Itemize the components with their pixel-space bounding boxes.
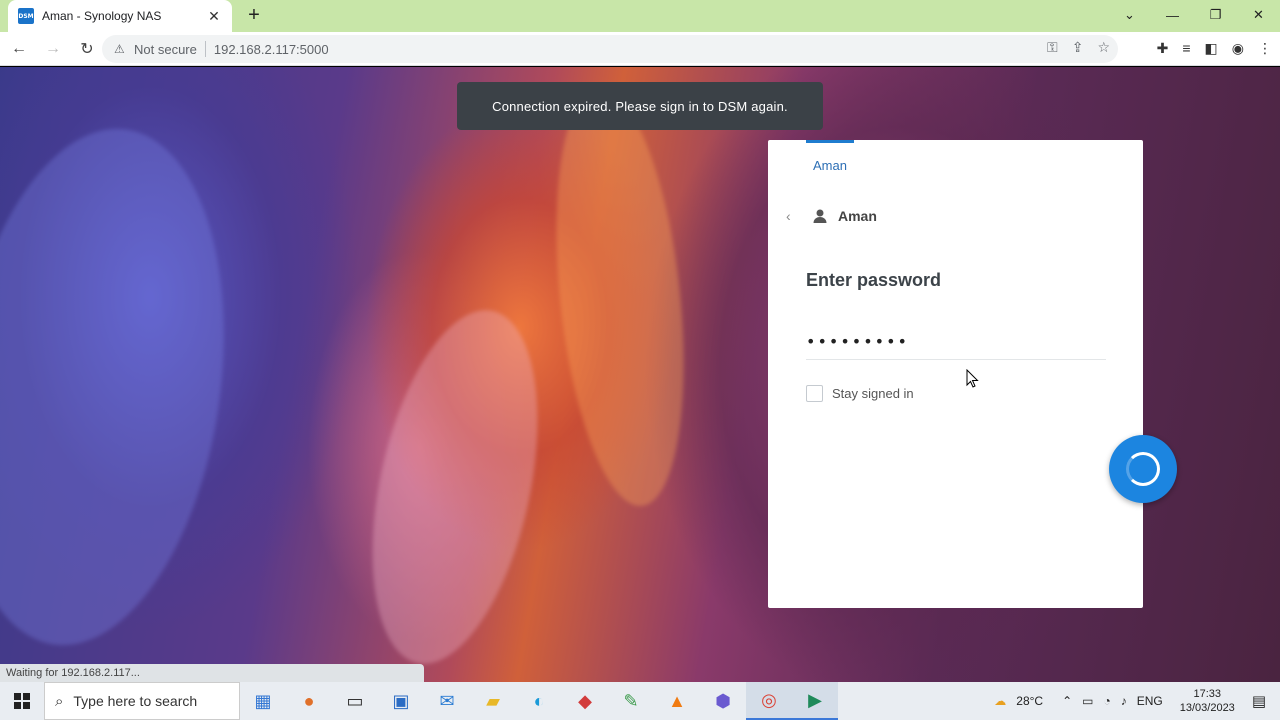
microsoft-store-icon[interactable]: ▣ bbox=[378, 682, 424, 720]
wifi-icon[interactable]: ◔ bbox=[1103, 694, 1110, 708]
browser-toolbar: ← → ↻ ⚠ Not secure 192.168.2.117:5000 ⚿ … bbox=[0, 32, 1280, 66]
chevron-left-icon[interactable]: ‹ bbox=[786, 208, 800, 224]
security-label[interactable]: Not secure bbox=[134, 42, 197, 57]
active-tab-indicator bbox=[806, 140, 854, 143]
taskbar-search-box[interactable]: ⌕ Type here to search bbox=[44, 682, 240, 720]
chevron-up-icon[interactable]: ⌃ bbox=[1062, 694, 1072, 708]
stay-signed-in-row[interactable]: Stay signed in bbox=[806, 385, 914, 402]
divider bbox=[204, 41, 206, 57]
user-icon bbox=[813, 209, 827, 223]
tab-close-icon[interactable]: ✕ bbox=[206, 8, 222, 25]
edge-browser-icon[interactable]: ◐ bbox=[516, 682, 562, 720]
back-button[interactable]: ← bbox=[4, 34, 34, 64]
weather-icon[interactable]: ☁ bbox=[994, 694, 1006, 708]
side-panel-icon[interactable]: ◧ bbox=[1205, 40, 1218, 57]
star-icon[interactable]: ☆ bbox=[1097, 39, 1110, 56]
red-d-app-icon[interactable]: ◆ bbox=[562, 682, 608, 720]
url-text[interactable]: 192.168.2.117:5000 bbox=[214, 42, 329, 57]
new-tab-button[interactable]: + bbox=[244, 5, 264, 25]
selected-user-row: ‹ Aman bbox=[786, 208, 877, 224]
reload-button[interactable]: ↻ bbox=[72, 34, 102, 64]
hex-app-icon[interactable]: ⬢ bbox=[700, 682, 746, 720]
vlc-icon[interactable]: ▲ bbox=[654, 682, 700, 720]
extensions-puzzle-icon[interactable]: ✚ bbox=[1157, 40, 1169, 57]
chrome-icon[interactable]: ◎ bbox=[746, 682, 792, 720]
menu-dots-icon[interactable]: ⋮ bbox=[1258, 40, 1272, 57]
windows-taskbar: ⌕ Type here to search ▦ ● ▭ ▣ ✉ ▰ ◐ ◆ ✎ … bbox=[0, 682, 1280, 720]
close-window-button[interactable]: ✕ bbox=[1237, 0, 1280, 30]
omnibox-actions: ⚿ ⇪ ☆ bbox=[1047, 39, 1110, 56]
mouse-cursor-icon bbox=[966, 369, 979, 388]
warning-icon[interactable]: ⚠ bbox=[114, 42, 128, 56]
dsm-login-page: Connection expired. Please sign in to DS… bbox=[0, 67, 1280, 682]
tab-user[interactable]: Aman bbox=[813, 158, 847, 173]
reading-list-icon[interactable]: ≡ bbox=[1182, 40, 1190, 57]
notifications-icon[interactable]: ▤ bbox=[1252, 692, 1266, 710]
volume-icon[interactable]: ♪ bbox=[1121, 694, 1127, 708]
password-field[interactable] bbox=[806, 324, 1106, 360]
forward-button[interactable]: → bbox=[38, 34, 68, 64]
pen-app-icon[interactable]: ✎ bbox=[608, 682, 654, 720]
sign-in-button[interactable] bbox=[1109, 435, 1177, 503]
browser-tab[interactable]: DSM Aman - Synology NAS ✕ bbox=[8, 0, 232, 32]
stay-signed-in-label[interactable]: Stay signed in bbox=[832, 386, 914, 401]
search-placeholder[interactable]: Type here to search bbox=[73, 693, 197, 709]
address-bar[interactable]: ⚠ Not secure 192.168.2.117:5000 ⚿ ⇪ ☆ bbox=[102, 35, 1118, 63]
windows-logo-icon bbox=[14, 693, 30, 709]
clock-time: 17:33 bbox=[1193, 688, 1222, 700]
tab-search-chevron-icon[interactable]: ⌄ bbox=[1108, 0, 1151, 30]
wallpaper-stripe bbox=[538, 81, 702, 513]
clock-date: 13/03/2023 bbox=[1179, 702, 1235, 714]
restore-button[interactable]: ❐ bbox=[1194, 0, 1237, 30]
mail-icon[interactable]: ✉ bbox=[424, 682, 470, 720]
loading-spinner-icon bbox=[1126, 452, 1160, 486]
wallpaper-stripe bbox=[0, 111, 255, 663]
wallpaper-stripe bbox=[344, 295, 566, 679]
user-name: Aman bbox=[838, 208, 877, 224]
start-button[interactable] bbox=[0, 682, 44, 720]
stay-signed-in-checkbox[interactable] bbox=[806, 385, 823, 402]
key-icon[interactable]: ⚿ bbox=[1047, 39, 1058, 56]
basketball-app-icon[interactable]: ● bbox=[286, 682, 332, 720]
task-view-icon[interactable]: ▭ bbox=[332, 682, 378, 720]
login-card: Aman ‹ Aman Enter password Stay signed i… bbox=[768, 140, 1143, 608]
extension-icons: ✚ ≡ ◧ ◉ ⋮ bbox=[1157, 40, 1272, 57]
profile-avatar-icon[interactable]: ◉ bbox=[1232, 40, 1244, 57]
share-icon[interactable]: ⇪ bbox=[1072, 39, 1084, 56]
window-controls: ⌄ — ❐ ✕ bbox=[1108, 0, 1280, 32]
synology-favicon-icon: DSM bbox=[18, 8, 34, 24]
battery-icon[interactable]: ▭ bbox=[1082, 694, 1093, 708]
weather-temp[interactable]: 28°C bbox=[1016, 694, 1043, 708]
browser-tab-strip: DSM Aman - Synology NAS ✕ + ⌄ — ❐ ✕ bbox=[0, 0, 1280, 32]
file-explorer-icon[interactable]: ▰ bbox=[470, 682, 516, 720]
terminal-app-icon[interactable]: ▶ bbox=[792, 682, 838, 720]
widgets-icon[interactable]: ▦ bbox=[240, 682, 286, 720]
language-indicator[interactable]: ENG bbox=[1137, 694, 1163, 708]
clock[interactable]: 17:33 13/03/2023 bbox=[1180, 687, 1235, 715]
minimize-button[interactable]: — bbox=[1151, 0, 1194, 30]
tab-title: Aman - Synology NAS bbox=[42, 9, 162, 23]
loading-status-bubble: Waiting for 192.168.2.117... bbox=[0, 664, 424, 682]
system-tray: ☁ 28°C ⌃ ▭ ◔ ♪ ENG 17:33 13/03/2023 ▤ bbox=[989, 682, 1280, 720]
page-title: Enter password bbox=[806, 270, 942, 290]
search-icon: ⌕ bbox=[55, 692, 64, 710]
session-expired-toast: Connection expired. Please sign in to DS… bbox=[457, 82, 823, 130]
